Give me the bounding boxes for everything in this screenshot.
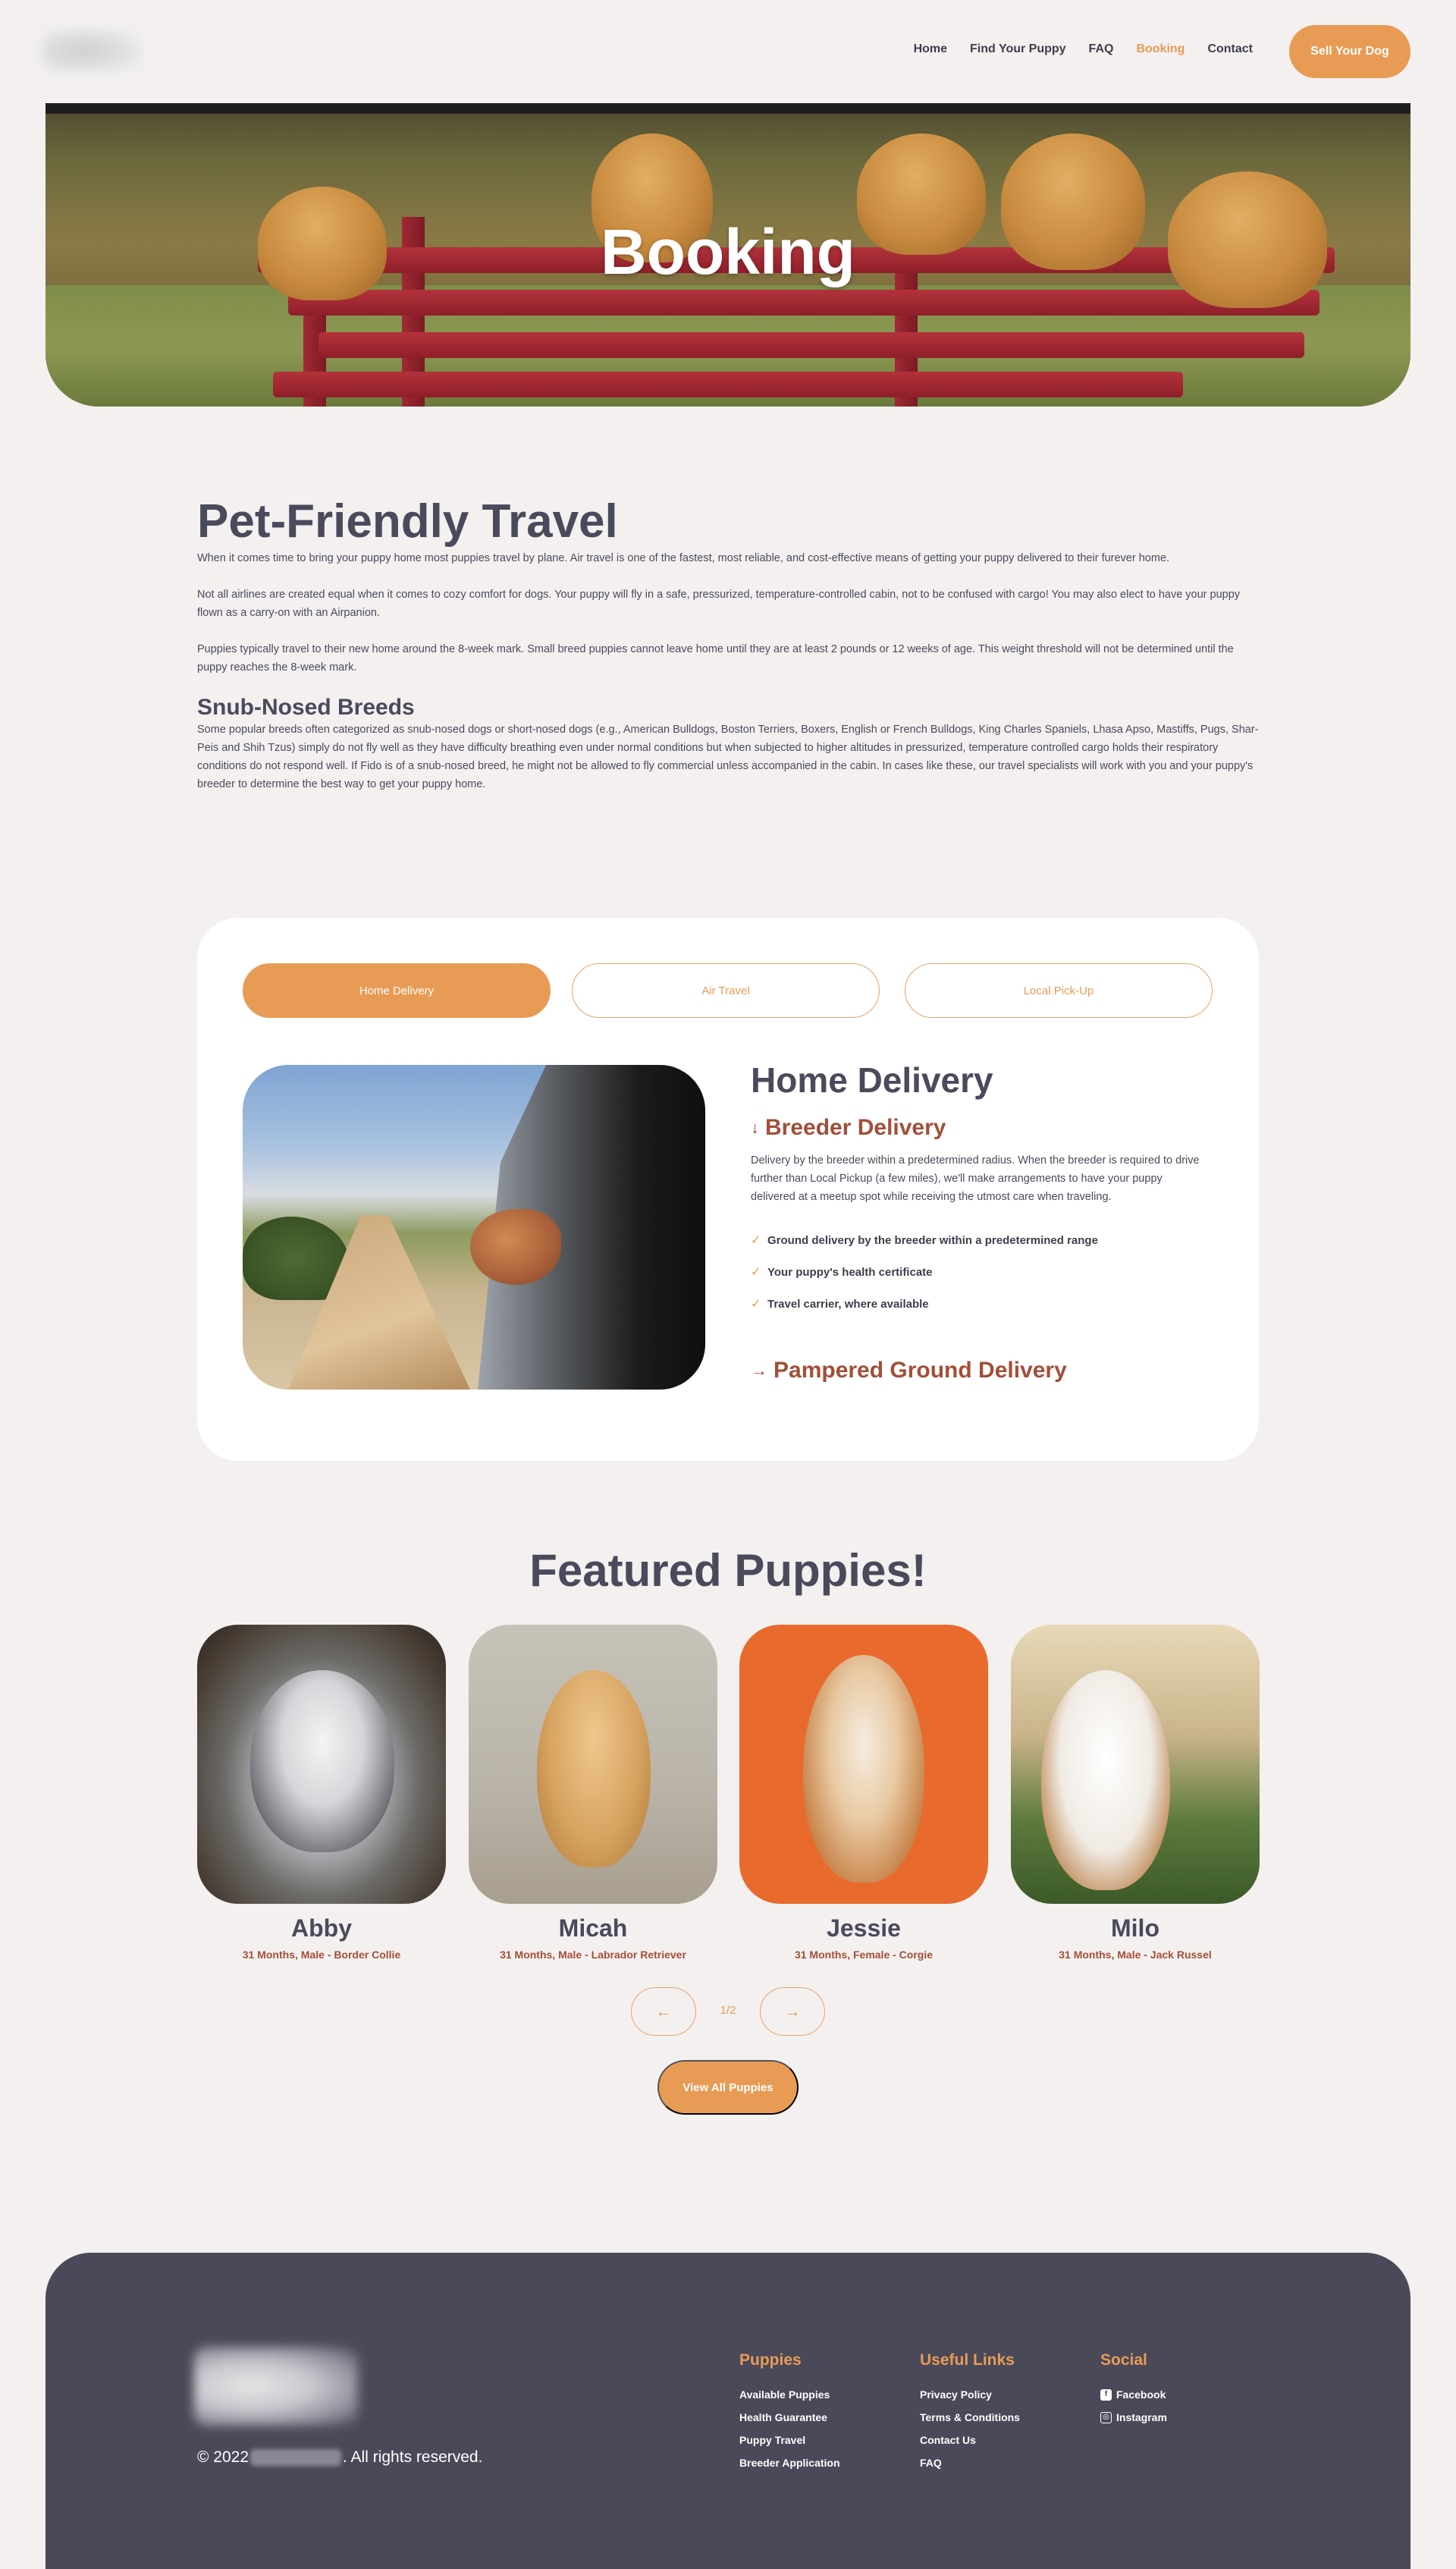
puppy-figure [250, 1670, 394, 1852]
intro-title: Pet-Friendly Travel [197, 495, 618, 548]
footer-col-social: Social f Facebook ◎ Instagram [1100, 2351, 1167, 2429]
bench-bar [288, 290, 1320, 316]
facebook-icon: f [1100, 2388, 1112, 2401]
snub-nosed-paragraph: Some popular breeds often categorized as… [197, 724, 1259, 790]
dog-in-car-photo [243, 1065, 705, 1390]
tab-air-travel[interactable]: Air Travel [572, 963, 880, 1018]
puppy-figure [1041, 1670, 1170, 1890]
nav-home[interactable]: Home [914, 42, 947, 56]
footer-link-faq[interactable]: FAQ [920, 2451, 1020, 2474]
site-logo[interactable] [42, 27, 143, 74]
footer-link-instagram[interactable]: ◎ Instagram [1100, 2406, 1167, 2429]
feature-label: Your puppy's health certificate [767, 1265, 933, 1279]
feature-item: ✓ Travel carrier, where available [751, 1288, 1206, 1320]
carousel-pager: ← 1/2 → [631, 1987, 825, 2036]
next-button[interactable]: → [760, 1987, 825, 2036]
nav-contact[interactable]: Contact [1207, 42, 1253, 56]
puppy-card-micah[interactable]: Micah 31 Months, Male - Labrador Retriev… [469, 1625, 717, 1961]
check-icon: ✓ [751, 1298, 761, 1311]
site-footer: © 2022 . All rights reserved. Puppies Av… [46, 2253, 1410, 2569]
hero-top-shadow [46, 103, 1410, 114]
photo-dog [470, 1209, 561, 1285]
nav-faq[interactable]: FAQ [1089, 42, 1114, 56]
main-nav: Home Find Your Puppy FAQ Booking Contact [914, 42, 1253, 56]
puppy-info: 31 Months, Female - Corgie [794, 1949, 934, 1961]
copyright: © 2022 . All rights reserved. [197, 2448, 482, 2467]
bench-bar [273, 372, 1183, 397]
delivery-title: Home Delivery [751, 1060, 993, 1100]
nav-booking[interactable]: Booking [1136, 42, 1185, 56]
delivery-details: Home Delivery ↓ Breeder Delivery Deliver… [751, 1059, 1206, 1408]
puppy-info: 31 Months, Male - Border Collie [242, 1949, 401, 1961]
check-icon: ✓ [751, 1234, 761, 1247]
footer-col-useful-links: Useful Links Privacy Policy Terms & Cond… [920, 2351, 1020, 2474]
arrow-right-icon: → [784, 2002, 801, 2021]
footer-link-puppy-travel[interactable]: Puppy Travel [739, 2429, 840, 2451]
puppy-figure [803, 1655, 924, 1883]
breeder-delivery-features: ✓ Ground delivery by the breeder within … [751, 1224, 1206, 1320]
hero-banner: Booking [46, 103, 1410, 407]
feature-item: ✓ Your puppy's health certificate [751, 1256, 1206, 1288]
snub-nosed-title: Snub-Nosed Breeds [197, 695, 415, 720]
social-label: Facebook [1116, 2388, 1166, 2401]
breeder-delivery-text: Delivery by the breeder within a predete… [751, 1154, 1200, 1203]
feature-label: Travel carrier, where available [767, 1297, 929, 1311]
puppy-photo[interactable] [469, 1625, 717, 1904]
instagram-icon: ◎ [1100, 2411, 1112, 2423]
footer-link-health-guarantee[interactable]: Health Guarantee [739, 2406, 840, 2429]
breeder-delivery-heading[interactable]: ↓ Breeder Delivery [751, 1115, 1206, 1141]
puppy-name: Milo [1111, 1914, 1159, 1942]
page-title: Booking [601, 216, 855, 287]
puppy-info: 31 Months, Male - Labrador Retriever [500, 1949, 686, 1961]
puppy-figure [537, 1670, 651, 1867]
puppy-photo[interactable] [739, 1625, 988, 1904]
puppy-name: Micah [558, 1914, 628, 1942]
arrow-right-icon: → [751, 1361, 767, 1380]
check-icon: ✓ [751, 1266, 761, 1279]
puppy-photo[interactable] [197, 1625, 446, 1904]
feature-label: Ground delivery by the breeder within a … [767, 1233, 1098, 1247]
featured-title: Featured Puppies! [529, 1545, 927, 1596]
puppy-card-abby[interactable]: Abby 31 Months, Male - Border Collie [197, 1625, 446, 1961]
footer-link-privacy-policy[interactable]: Privacy Policy [920, 2383, 1020, 2406]
feature-item: ✓ Ground delivery by the breeder within … [751, 1224, 1206, 1256]
intro-paragraph: Puppies typically travel to their new ho… [197, 643, 1234, 674]
puppy-name: Jessie [827, 1914, 901, 1942]
footer-link-breeder-application[interactable]: Breeder Application [739, 2451, 840, 2474]
bench-bar [318, 332, 1304, 358]
pampered-delivery-label: Pampered Ground Delivery [774, 1358, 1067, 1383]
company-name-redacted [250, 2449, 342, 2466]
footer-link-available-puppies[interactable]: Available Puppies [739, 2383, 840, 2406]
breeder-delivery-label: Breeder Delivery [765, 1115, 946, 1140]
footer-col-title: Puppies [739, 2351, 802, 2369]
copyright-suffix: . All rights reserved. [343, 2448, 483, 2466]
footer-link-terms[interactable]: Terms & Conditions [920, 2406, 1020, 2429]
intro-paragraph: When it comes time to bring your puppy h… [197, 552, 1170, 564]
social-label: Instagram [1116, 2411, 1167, 2423]
puppy-card-jessie[interactable]: Jessie 31 Months, Female - Corgie [739, 1625, 988, 1961]
nav-find-your-puppy[interactable]: Find Your Puppy [970, 42, 1066, 56]
puppy-info: 31 Months, Male - Jack Russel [1059, 1949, 1212, 1961]
copyright-year: © 2022 [197, 2448, 249, 2466]
pampered-delivery-heading[interactable]: → Pampered Ground Delivery [751, 1358, 1067, 1383]
arrow-down-icon: ↓ [751, 1118, 759, 1137]
tab-home-delivery[interactable]: Home Delivery [243, 963, 551, 1018]
view-all-puppies-button[interactable]: View All Puppies [657, 2060, 799, 2115]
footer-link-contact-us[interactable]: Contact Us [920, 2429, 1020, 2451]
footer-col-puppies: Puppies Available Puppies Health Guarant… [739, 2351, 840, 2474]
intro-paragraph: Not all airlines are created equal when … [197, 589, 1241, 619]
puppy-card-milo[interactable]: Milo 31 Months, Male - Jack Russel [1011, 1625, 1260, 1961]
travel-intro: Pet-Friendly Travel When it comes time t… [197, 495, 1259, 812]
delivery-options-card: Home Delivery Air Travel Local Pick-Up H… [197, 918, 1259, 1461]
puppy-name: Abby [291, 1914, 352, 1942]
footer-link-facebook[interactable]: f Facebook [1100, 2383, 1167, 2406]
puppy-photo[interactable] [1011, 1625, 1260, 1904]
footer-col-title: Social [1100, 2351, 1147, 2369]
tab-local-pick-up[interactable]: Local Pick-Up [905, 963, 1213, 1018]
sell-your-dog-button[interactable]: Sell Your Dog [1289, 25, 1410, 78]
footer-col-title: Useful Links [920, 2351, 1015, 2369]
footer-logo[interactable] [194, 2347, 358, 2426]
site-header: Home Find Your Puppy FAQ Booking Contact… [0, 0, 1456, 103]
